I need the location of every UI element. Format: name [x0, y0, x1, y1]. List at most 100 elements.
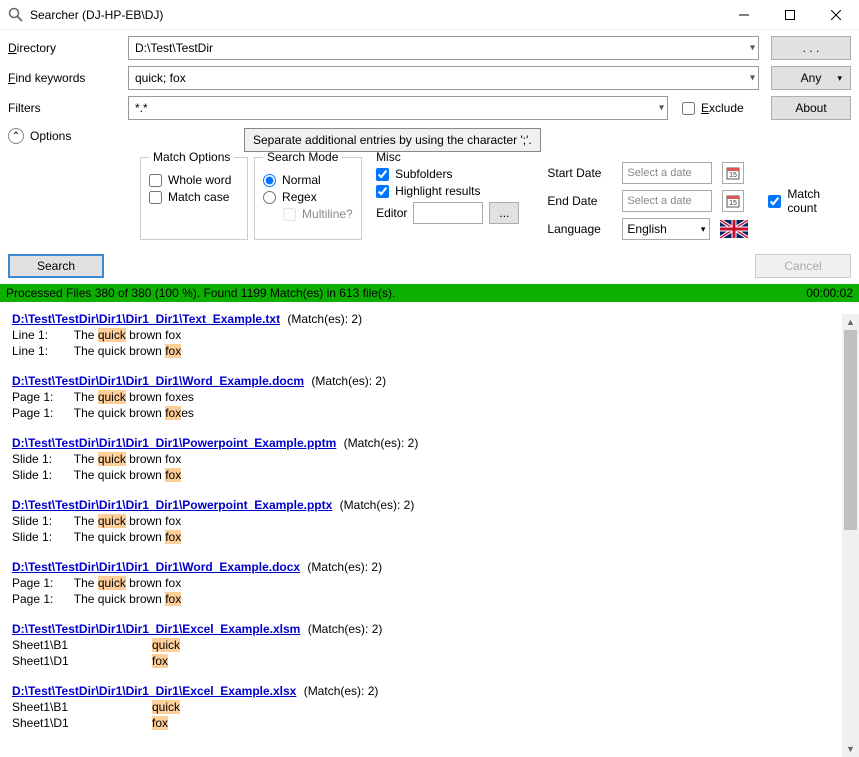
highlight: fox: [165, 530, 181, 544]
result-location: Page 1:: [12, 406, 64, 420]
result-location: Slide 1:: [12, 514, 64, 528]
match-count-checkbox[interactable]: [768, 195, 781, 208]
start-date-input[interactable]: Select a date: [622, 162, 712, 184]
tooltip: Separate additional entries by using the…: [244, 128, 541, 152]
flag-icon: [720, 220, 748, 238]
options-label: Options: [30, 128, 71, 143]
result-line: Sheet1\B1quick: [12, 638, 847, 652]
result-line: Slide 1: The quick brown fox: [12, 452, 847, 466]
scroll-up-icon[interactable]: ▲: [842, 314, 859, 330]
result-location: Sheet1\B1: [12, 700, 152, 714]
search-button[interactable]: Search: [8, 254, 104, 278]
match-options-group: Match Options Whole word Match case: [140, 150, 248, 240]
editor-input[interactable]: [413, 202, 483, 224]
result-line: Slide 1: The quick brown fox: [12, 514, 847, 528]
filters-input[interactable]: [128, 96, 668, 120]
about-button[interactable]: About: [771, 96, 851, 120]
options-expander[interactable]: ⌃: [8, 128, 24, 144]
match-count-label: Match count: [787, 187, 851, 215]
highlight: quick: [98, 576, 126, 590]
result-line: Line 1: The quick brown fox: [12, 328, 847, 342]
match-count-text: (Match(es): 2): [336, 498, 414, 512]
svg-text:15: 15: [730, 200, 738, 207]
result-file-link[interactable]: D:\Test\TestDir\Dir1\Dir1_Dir1\Word_Exam…: [12, 560, 300, 574]
highlight: fox: [165, 592, 181, 606]
result-location: Page 1:: [12, 390, 64, 404]
result-line: Page 1: The quick brown fox: [12, 592, 847, 606]
keywords-input[interactable]: [128, 66, 759, 90]
match-count-text: (Match(es): 2): [300, 684, 378, 698]
regex-radio[interactable]: [263, 191, 276, 204]
result-location: Page 1:: [12, 592, 64, 606]
match-count-text: (Match(es): 2): [308, 374, 386, 388]
window-title: Searcher (DJ-HP-EB\DJ): [30, 8, 721, 22]
app-icon: [8, 7, 24, 23]
highlight: fox: [165, 468, 181, 482]
result-location: Slide 1:: [12, 530, 64, 544]
result-line: Slide 1: The quick brown fox: [12, 530, 847, 544]
highlight: quick: [152, 638, 180, 652]
result-file-link[interactable]: D:\Test\TestDir\Dir1\Dir1_Dir1\Excel_Exa…: [12, 684, 296, 698]
multiline-checkbox: [283, 208, 296, 221]
highlight: fox: [152, 716, 168, 730]
end-date-label: End Date: [547, 194, 612, 208]
language-select[interactable]: English▾: [622, 218, 710, 240]
minimize-button[interactable]: [721, 0, 767, 30]
subfolders-checkbox[interactable]: [376, 168, 389, 181]
result-file-link[interactable]: D:\Test\TestDir\Dir1\Dir1_Dir1\Powerpoin…: [12, 436, 336, 450]
highlight: quick: [98, 328, 126, 342]
match-count-text: (Match(es): 2): [284, 312, 362, 326]
result-file-link[interactable]: D:\Test\TestDir\Dir1\Dir1_Dir1\Powerpoin…: [12, 498, 332, 512]
keywords-label: Find keywords: [8, 71, 128, 85]
result-line: Page 1: The quick brown foxes: [12, 406, 847, 420]
highlight-checkbox[interactable]: [376, 185, 389, 198]
start-date-label: Start Date: [547, 166, 612, 180]
result-file-link[interactable]: D:\Test\TestDir\Dir1\Dir1_Dir1\Word_Exam…: [12, 374, 304, 388]
end-date-input[interactable]: Select a date: [622, 190, 712, 212]
directory-input[interactable]: [128, 36, 759, 60]
calendar-icon[interactable]: 15: [722, 162, 744, 184]
highlight: quick: [152, 700, 180, 714]
maximize-button[interactable]: [767, 0, 813, 30]
match-count-text: (Match(es): 2): [304, 622, 382, 636]
result-location: Sheet1\D1: [12, 716, 152, 730]
normal-radio[interactable]: [263, 174, 276, 187]
result-location: Slide 1:: [12, 468, 64, 482]
result-line: Sheet1\D1fox: [12, 654, 847, 668]
scroll-thumb[interactable]: [844, 330, 857, 530]
whole-word-checkbox[interactable]: [149, 174, 162, 187]
close-button[interactable]: [813, 0, 859, 30]
scroll-down-icon[interactable]: ▼: [842, 741, 859, 757]
result-location: Sheet1\D1: [12, 654, 152, 668]
calendar-icon[interactable]: 15: [722, 190, 744, 212]
misc-group: Misc Subfolders Highlight results Editor…: [368, 150, 527, 240]
any-button[interactable]: Any: [771, 66, 851, 90]
titlebar: Searcher (DJ-HP-EB\DJ): [0, 0, 859, 30]
result-location: Line 1:: [12, 344, 64, 358]
match-case-checkbox[interactable]: [149, 191, 162, 204]
results-panel: D:\Test\TestDir\Dir1\Dir1_Dir1\Text_Exam…: [0, 302, 859, 742]
browse-directory-button[interactable]: . . .: [771, 36, 851, 60]
result-line: Page 1: The quick brown fox: [12, 576, 847, 590]
result-file-link[interactable]: D:\Test\TestDir\Dir1\Dir1_Dir1\Excel_Exa…: [12, 622, 300, 636]
result-location: Slide 1:: [12, 452, 64, 466]
result-file-link[interactable]: D:\Test\TestDir\Dir1\Dir1_Dir1\Text_Exam…: [12, 312, 280, 326]
match-count-text: (Match(es): 2): [340, 436, 418, 450]
scrollbar[interactable]: ▲ ▼: [842, 314, 859, 757]
match-count-text: (Match(es): 2): [304, 560, 382, 574]
editor-browse-button[interactable]: ...: [489, 202, 519, 224]
highlight: fox: [165, 406, 181, 420]
exclude-checkbox[interactable]: [682, 102, 695, 115]
search-mode-group: Search Mode Normal Regex Multiline?: [254, 150, 362, 240]
status-bar: Processed Files 380 of 380 (100 %). Foun…: [0, 284, 859, 302]
highlight: quick: [98, 452, 126, 466]
language-label: Language: [547, 222, 612, 236]
status-text: Processed Files 380 of 380 (100 %). Foun…: [6, 286, 395, 300]
result-location: Page 1:: [12, 576, 64, 590]
result-line: Line 1: The quick brown fox: [12, 344, 847, 358]
highlight: fox: [165, 344, 181, 358]
svg-text:15: 15: [730, 172, 738, 179]
exclude-label: Exclude: [701, 101, 744, 115]
result-location: Sheet1\B1: [12, 638, 152, 652]
status-time: 00:00:02: [806, 286, 853, 300]
